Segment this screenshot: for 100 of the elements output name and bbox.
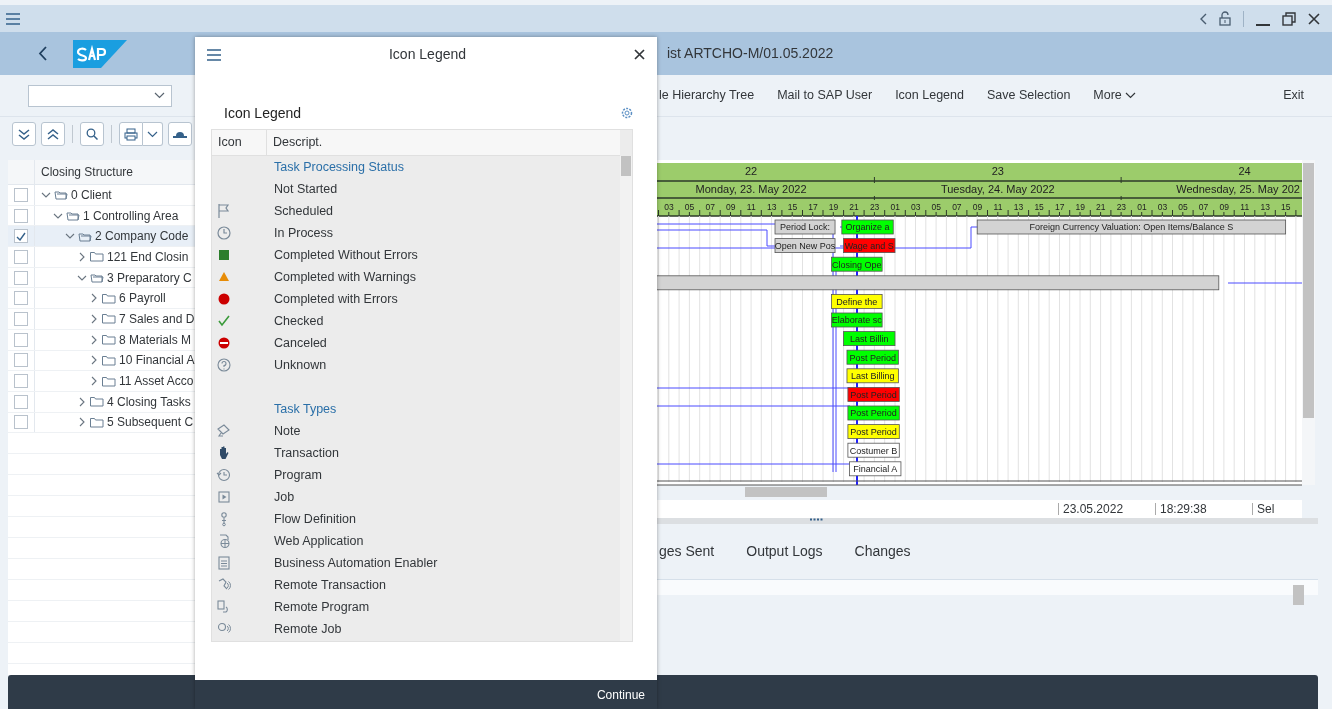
task-bar[interactable]: Post Period [846, 349, 899, 365]
more-button[interactable]: More [1091, 86, 1138, 105]
task-bar[interactable]: Elaborate sc [831, 312, 883, 328]
hour-label: 09 [972, 202, 983, 212]
tree-item[interactable]: 7 Sales and D [119, 309, 195, 328]
tree-item[interactable]: 8 Materials M [119, 330, 192, 349]
legend-text: Job [273, 488, 295, 506]
task-bar[interactable]: Post Period [847, 387, 900, 402]
tree-item[interactable]: 11 Asset Acco [119, 372, 194, 391]
hour-label: 03 [911, 202, 921, 212]
tree-item[interactable]: 1 Controlling Area [83, 206, 179, 225]
hour-label: 13 [767, 202, 777, 212]
legend-text: Transaction [273, 444, 339, 462]
legend-text: Remote Transaction [273, 576, 386, 594]
legend-text: Flow Definition [273, 510, 356, 528]
tree-item[interactable]: 3 Preparatory C [107, 268, 192, 287]
task-bar[interactable]: Financial A [849, 461, 902, 477]
hour-label: 07 [705, 202, 715, 212]
tree-item[interactable]: 6 Payroll [119, 289, 166, 308]
tab[interactable]: Changes [852, 541, 913, 562]
hour-label: 03 [1157, 202, 1168, 212]
hour-label: 07 [952, 202, 962, 212]
hour-label: 09 [1219, 202, 1229, 212]
hour-label: 21 [1096, 202, 1106, 212]
task-bar[interactable]: Organize a [841, 219, 894, 235]
task-bar[interactable]: Wage and S [843, 238, 896, 253]
toolbar-button[interactable]: le Hierarchy Tree [657, 86, 757, 105]
hour-label: 11 [1240, 202, 1250, 212]
legend-text: Completed Without Errors [273, 246, 418, 264]
hour-label: 01 [1137, 202, 1147, 212]
hour-label: 17 [1054, 202, 1065, 212]
hour-label: 11 [746, 202, 756, 212]
hour-label: 19 [1075, 202, 1085, 212]
task-bar[interactable]: Last Billing [846, 368, 899, 384]
date-label: Monday, 23. May 2022 [695, 183, 807, 195]
date-label: Wednesday, 25. May 202 [1176, 183, 1300, 195]
legend-text: Canceled [273, 334, 327, 352]
status-field: 23.05.2022 [1058, 503, 1155, 515]
hour-label: 05 [931, 202, 942, 212]
task-bar[interactable]: Foreign Currency Valuation: Open Items/Balance S [976, 219, 1286, 235]
legend-text: Scheduled [273, 202, 334, 220]
hour-label: 17 [808, 202, 818, 212]
hour-label: 15 [1034, 202, 1044, 212]
legend-text: Completed with Errors [273, 290, 398, 308]
page-title: ist ARTCHO-M/01.05.2022 [667, 44, 834, 63]
toolbar-button[interactable]: Mail to SAP User [775, 86, 875, 105]
legend-text: Web Application [273, 532, 364, 550]
hour-label: 05 [684, 202, 695, 212]
dialog-title: Icon Legend [388, 45, 467, 64]
task-bar[interactable]: Define the [831, 294, 883, 309]
legend-text: Completed with Warnings [273, 268, 416, 286]
section-title: Icon Legend [224, 103, 302, 123]
group-heading: Task Types [273, 400, 337, 418]
legend-text: Remote Program [273, 598, 370, 616]
task-bar[interactable]: Period Lock: [774, 219, 836, 235]
week-label: 23 [991, 165, 1004, 177]
hour-label: 13 [1260, 202, 1270, 212]
status-field: Sel [1252, 503, 1302, 515]
task-bar[interactable]: Open New Pos [774, 238, 836, 253]
legend-text: Unknown [273, 356, 327, 374]
tree-item[interactable]: 10 Financial A [119, 351, 195, 370]
legend-text: Program [273, 466, 322, 484]
task-bar[interactable]: Post Period [847, 424, 900, 439]
hour-label: 15 [1281, 202, 1291, 212]
toolbar-button[interactable]: Icon Legend [893, 86, 966, 105]
task-bar[interactable]: Post Period [847, 405, 900, 421]
task-bar[interactable]: Last Billin [843, 331, 896, 346]
exit-button[interactable]: Exit [1281, 86, 1306, 105]
column-header: Descript. [272, 134, 323, 152]
tab[interactable]: ges Sent [657, 541, 717, 562]
hour-label: 05 [1178, 202, 1188, 212]
toolbar-button[interactable]: Save Selection [984, 86, 1073, 105]
tree-item[interactable]: 2 Company Code [95, 227, 189, 246]
hour-label: 23 [1116, 202, 1127, 212]
task-bar[interactable]: Costumer B [847, 442, 900, 458]
week-label: 24 [1238, 165, 1251, 177]
tree-item[interactable]: 5 Subsequent C [107, 413, 194, 432]
date-label: Tuesday, 24. May 2022 [940, 183, 1055, 195]
hour-label: 07 [1198, 202, 1209, 212]
continue-button[interactable]: Continue [584, 685, 657, 704]
hour-label: 09 [726, 202, 736, 212]
hour-label: 11 [993, 202, 1003, 212]
hour-label: 15 [787, 202, 798, 212]
column-header: Closing Structure [41, 164, 134, 181]
column-header: Icon [217, 134, 243, 152]
hour-label: 21 [849, 202, 859, 212]
legend-text: Checked [273, 312, 324, 330]
legend-text: Not Started [273, 180, 338, 198]
tab[interactable]: Output Logs [744, 541, 825, 562]
tree-item[interactable]: 121 End Closin [107, 247, 189, 266]
legend-text: In Process [273, 224, 334, 242]
legend-text: Note [273, 422, 301, 440]
status-field: 18:29:38 [1155, 503, 1252, 515]
legend-text: Remote Job [273, 620, 342, 638]
tree-item[interactable]: 4 Closing Tasks [107, 392, 191, 411]
week-label: 22 [744, 165, 758, 177]
task-bar[interactable]: Closing Ope [831, 256, 883, 272]
hour-label: 03 [664, 202, 674, 212]
tree-item[interactable]: 0 Client [71, 185, 112, 204]
group-heading: Task Processing Status [273, 158, 404, 176]
